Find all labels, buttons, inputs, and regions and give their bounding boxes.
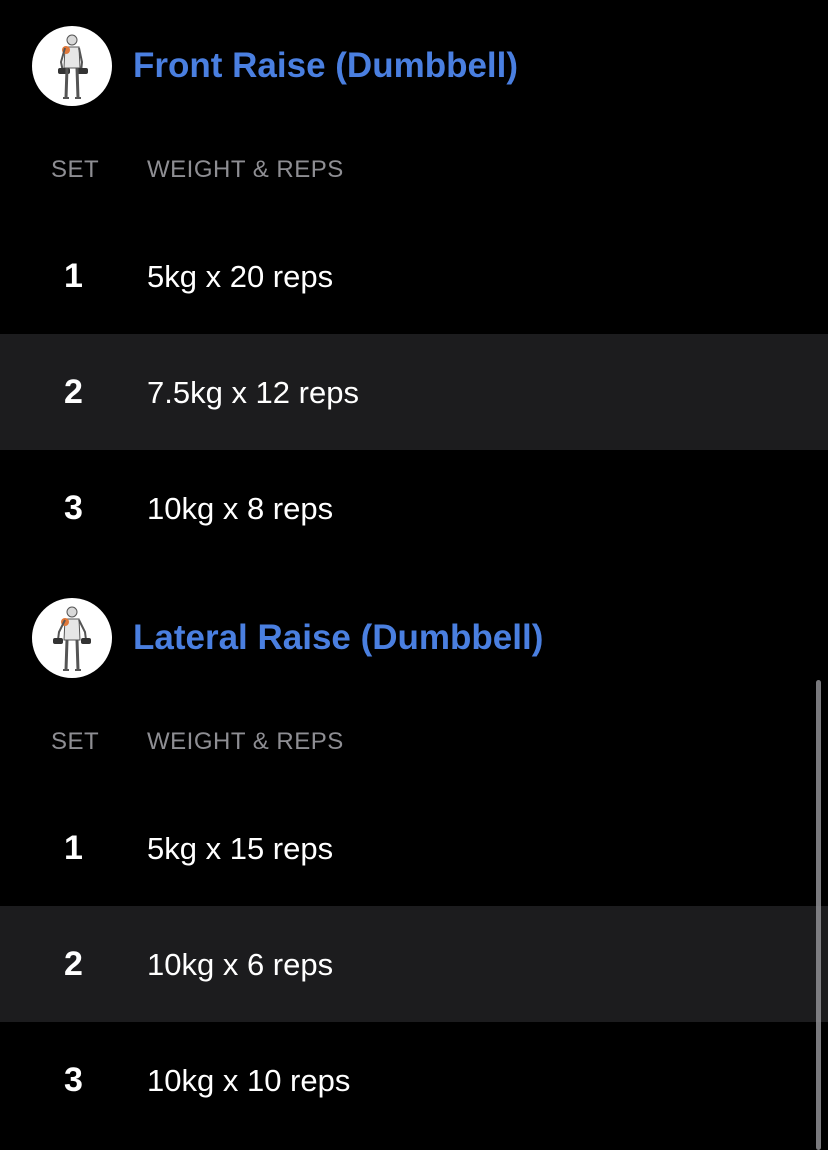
set-row: 3 10kg x 8 reps <box>0 450 828 566</box>
set-number: 3 <box>64 489 83 527</box>
set-number: 1 <box>64 257 83 295</box>
scrollbar[interactable] <box>816 680 821 1150</box>
set-weight-reps: 5kg x 15 reps <box>147 831 334 866</box>
exercise-title[interactable]: Lateral Raise (Dumbbell) <box>133 616 543 660</box>
exercise-header[interactable]: Lateral Raise (Dumbbell) <box>0 572 828 704</box>
set-weight-reps: 5kg x 20 reps <box>147 259 334 294</box>
set-number: 2 <box>64 373 83 411</box>
column-headers: SET WEIGHT & REPS <box>0 722 828 762</box>
set-row: 1 5kg x 20 reps <box>0 218 828 334</box>
set-row: 2 7.5kg x 12 reps <box>0 334 828 450</box>
set-weight-reps: 10kg x 8 reps <box>147 491 334 526</box>
front-raise-figure-icon <box>32 26 112 106</box>
workout-detail: Front Raise (Dumbbell) SET WEIGHT & REPS… <box>0 0 828 1150</box>
set-column-header: SET <box>51 156 100 183</box>
weight-reps-column-header: WEIGHT & REPS <box>147 728 344 755</box>
set-number: 1 <box>64 829 83 867</box>
set-column-header: SET <box>51 728 100 755</box>
set-weight-reps: 10kg x 6 reps <box>147 947 334 982</box>
set-row: 1 5kg x 15 reps <box>0 790 828 906</box>
set-weight-reps: 10kg x 10 reps <box>147 1063 351 1098</box>
weight-reps-column-header: WEIGHT & REPS <box>147 156 344 183</box>
exercise-header[interactable]: Front Raise (Dumbbell) <box>0 0 828 132</box>
set-weight-reps: 7.5kg x 12 reps <box>147 375 359 410</box>
set-number: 2 <box>64 945 83 983</box>
set-row: 3 10kg x 10 reps <box>0 1022 828 1150</box>
set-row: 2 10kg x 6 reps <box>0 906 828 1022</box>
exercise-title[interactable]: Front Raise (Dumbbell) <box>133 44 518 88</box>
lateral-raise-figure-icon <box>32 598 112 678</box>
set-number: 3 <box>64 1061 83 1099</box>
column-headers: SET WEIGHT & REPS <box>0 150 828 190</box>
